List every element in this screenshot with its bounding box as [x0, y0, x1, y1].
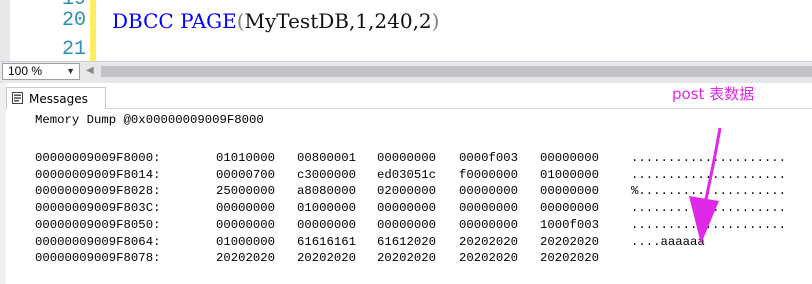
dump-hex-word: 20202020 [459, 251, 519, 266]
dump-hex-word: a8080000 [297, 184, 357, 199]
dump-hex-word: 00000000 [459, 217, 519, 232]
dump-hex-word: 00800001 [297, 151, 357, 165]
dump-hex-word: 01000000 [216, 234, 276, 249]
dump-address: 00000009009F803C: [35, 201, 161, 216]
line-number: 20 [61, 9, 86, 32]
messages-icon [12, 92, 23, 104]
dump-hex-word: 61612020 [377, 234, 437, 249]
dump-ascii: ..................... [631, 217, 786, 232]
dump-address: 00000009009F8028: [35, 184, 161, 199]
dump-hex-word: 20202020 [540, 251, 600, 266]
dump-hex-word: 00000000 [459, 201, 519, 216]
dump-hex-word: 0000f003 [459, 151, 519, 165]
dump-hex-word: 00000000 [297, 217, 357, 232]
dump-hex-word: 00000000 [540, 151, 600, 165]
dump-hex-word: ed03051c [377, 167, 437, 182]
dump-hex-word: 00000000 [540, 184, 600, 199]
dump-hex-word: 01000000 [297, 201, 357, 216]
dump-hex-word: 00000000 [377, 151, 437, 165]
dump-ascii: ..................... [631, 151, 786, 165]
tab-messages[interactable]: Messages [6, 87, 106, 109]
paren-open: ( [236, 9, 245, 33]
dump-ascii: ..................... [631, 167, 786, 182]
dump-address: 00000009009F8064: [35, 234, 161, 249]
dump-hex-word: 00000000 [377, 201, 437, 216]
dump-hex-word: f0000000 [459, 167, 519, 182]
line-number: 21 [61, 38, 86, 61]
sql-keyword: DBCC PAGE [112, 9, 237, 33]
dump-hex-word: 20202020 [216, 251, 276, 266]
tab-divider [106, 108, 812, 109]
dump-hex-word: 25000000 [216, 184, 276, 199]
editor-status-bar: 100 % ▼ ◀ [0, 61, 812, 83]
dump-hex-word: 00000000 [540, 201, 600, 216]
code-editor[interactable]: 19 20 DBCC PAGE(MyTestDB,1,240,2) 21 [0, 0, 812, 61]
dump-hex-word: 20202020 [459, 234, 519, 249]
dump-hex-word: 00000000 [459, 184, 519, 199]
annotation-label: post 表数据 [672, 85, 755, 103]
zoom-value: 100 % [8, 64, 43, 78]
dump-address: 00000009009F8014: [35, 167, 161, 182]
dump-hex-word: 20202020 [540, 234, 600, 249]
sql-arguments: MyTestDB,1,240,2 [244, 9, 432, 33]
dump-hex-word: 20202020 [297, 251, 357, 266]
dump-ascii: ..................... [631, 201, 786, 216]
paren-close: ) [431, 9, 440, 33]
dump-hex-word: 00000700 [216, 167, 276, 182]
code-line[interactable]: 21 [0, 37, 812, 61]
dump-hex-word: 00000000 [377, 217, 437, 232]
memory-dump-header: Memory Dump @0x00000009009F8000 [35, 113, 264, 127]
dump-ascii: %.................... [631, 184, 786, 199]
code-line[interactable]: 20 DBCC PAGE(MyTestDB,1,240,2) [0, 8, 812, 34]
dump-hex-word: 00000000 [216, 217, 276, 232]
zoom-dropdown[interactable]: 100 % ▼ [2, 63, 80, 80]
horizontal-scrollbar-thumb[interactable] [101, 66, 812, 77]
dump-address: 00000009009F8000: [35, 151, 161, 165]
dump-hex-word: 01010000 [216, 151, 276, 165]
dump-hex-word: 61616161 [297, 234, 357, 249]
dump-address: 00000009009F8078: [35, 251, 161, 266]
dump-hex-word: 02000000 [377, 184, 437, 199]
scroll-left-icon[interactable]: ◀ [86, 65, 94, 77]
dump-address: 00000009009F8050: [35, 217, 161, 232]
dump-hex-word: 20202020 [377, 251, 437, 266]
dump-hex-word: 01000000 [540, 167, 600, 182]
dump-ascii: ....aaaaaa [631, 234, 705, 249]
dump-hex-word: c3000000 [297, 167, 357, 182]
results-pane: Messages Memory Dump @0x00000009009F8000… [0, 83, 812, 284]
tab-label: Messages [29, 92, 88, 106]
code-text[interactable]: DBCC PAGE(MyTestDB,1,240,2) [112, 8, 439, 34]
dump-hex-word: 00000000 [216, 201, 276, 216]
dump-hex-word: 1000f003 [540, 217, 600, 232]
chevron-down-icon[interactable]: ▼ [66, 64, 75, 79]
results-margin [0, 83, 6, 284]
